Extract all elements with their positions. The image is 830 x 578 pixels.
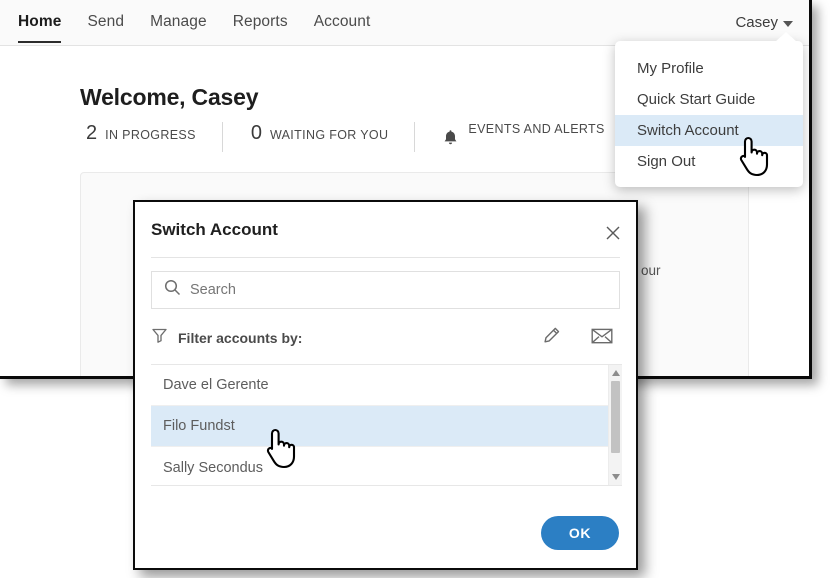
filter-accounts-label: Filter accounts by: [178,330,303,346]
account-list: Dave el Gerente Filo Fundst Sally Second… [151,365,608,485]
list-item[interactable]: Dave el Gerente [151,365,608,406]
filter-action-icons [541,326,620,351]
bell-icon [443,129,458,146]
nav-item-account[interactable]: Account [314,13,371,41]
stat-events-label: EVENTS AND ALERTS [468,122,605,136]
nav-item-list: Home Send Manage Reports Account [0,0,809,43]
menu-item-quick-start-guide[interactable]: Quick Start Guide [615,84,803,115]
account-menu-label: Casey [735,14,778,31]
stat-waiting-label: WAITING FOR YOU [269,128,389,142]
account-list-scrollbar[interactable] [608,365,622,485]
scroll-up-arrow-icon[interactable] [612,370,620,376]
filter-accounts-row: Filter accounts by: [151,322,620,354]
menu-item-sign-out[interactable]: Sign Out [615,146,803,177]
nav-item-manage[interactable]: Manage [150,13,207,41]
pencil-icon[interactable] [541,326,561,351]
nav-item-send[interactable]: Send [87,13,124,41]
filter-funnel-icon[interactable] [151,327,168,349]
chevron-down-icon [783,20,793,27]
status-summary-row: 2 IN PROGRESS 0 WAITING FOR YOU EVENTS A… [86,122,631,152]
nav-item-reports[interactable]: Reports [233,13,288,41]
list-item[interactable]: Sally Secondus [151,447,608,488]
dialog-header-divider [151,257,620,258]
stat-waiting-for-you[interactable]: 0 WAITING FOR YOU [221,122,415,152]
stat-waiting-count: 0 [250,122,262,144]
scroll-down-arrow-icon[interactable] [612,474,620,480]
account-menu-trigger[interactable]: Casey [735,14,793,31]
stat-in-progress[interactable]: 2 IN PROGRESS [86,122,222,152]
menu-item-switch-account[interactable]: Switch Account [615,115,803,146]
menu-item-my-profile[interactable]: My Profile [615,53,803,84]
search-icon [164,279,181,301]
list-item[interactable]: Filo Fundst [151,406,608,447]
account-dropdown-menu: My Profile Quick Start Guide Switch Acco… [615,32,803,187]
switch-account-dialog: Switch Account Search Filter accounts by… [133,200,638,570]
page-title: Welcome, Casey [80,84,259,110]
stat-in-progress-count: 2 [86,122,98,144]
account-list-container: Dave el Gerente Filo Fundst Sally Second… [151,364,622,486]
card-body-text: our [641,263,661,278]
close-icon[interactable] [604,224,622,242]
dialog-title: Switch Account [151,220,278,239]
ok-button[interactable]: OK [541,516,619,550]
nav-item-home[interactable]: Home [18,13,62,43]
stat-in-progress-label: IN PROGRESS [105,128,196,142]
dropdown-pointer-arrow [775,32,797,42]
stat-events-and-alerts[interactable]: EVENTS AND ALERTS [414,122,630,152]
search-placeholder-text: Search [190,282,236,298]
search-input[interactable]: Search [151,271,620,309]
scrollbar-thumb[interactable] [611,381,620,453]
envelope-icon[interactable] [591,327,613,350]
top-navigation-bar: Home Send Manage Reports Account Casey [0,0,809,46]
